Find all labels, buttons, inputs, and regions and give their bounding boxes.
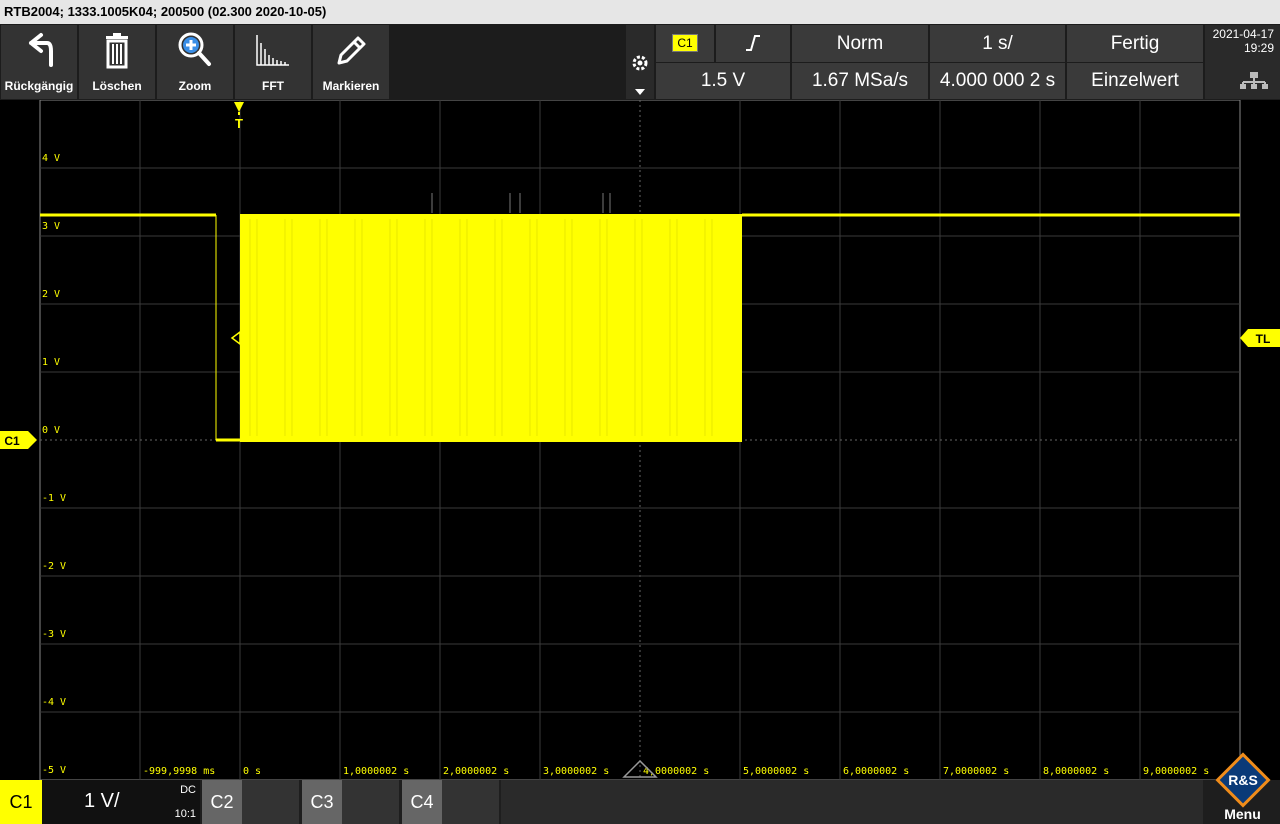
x-axis-label: -999,9998 ms xyxy=(143,766,215,777)
y-axis-label: 3 V xyxy=(42,221,60,232)
waveform-display[interactable]: 4 V 3 V 2 V 1 V 0 V -1 V -2 V -3 V -4 V -5 V -999… xyxy=(0,100,1280,780)
x-axis-label: 3,0000002 s xyxy=(543,766,609,777)
trace-burst xyxy=(240,214,742,442)
title-bar: RTB2004; 1333.1005K04; 200500 (02.300 20… xyxy=(0,0,1280,24)
rs-logo-icon: R&S xyxy=(1215,752,1271,808)
record-length[interactable]: 4.000 000 2 s xyxy=(930,63,1065,99)
y-axis-label: 4 V xyxy=(42,153,60,164)
mark-button[interactable]: Markieren xyxy=(313,25,389,99)
x-axis-label: 4,0000002 s xyxy=(643,766,709,777)
y-axis-label: 1 V xyxy=(42,357,60,368)
rising-edge-icon xyxy=(746,35,760,51)
y-axis-label: 0 V xyxy=(42,425,60,436)
y-axis-label: -3 V xyxy=(42,629,66,640)
menu-label: Menu xyxy=(1224,806,1261,822)
x-axis-label: 9,0000002 s xyxy=(1143,766,1209,777)
channel-1-offset-marker[interactable]: C1 xyxy=(0,431,37,449)
y-axis-label: 2 V xyxy=(42,289,60,300)
settings-column[interactable] xyxy=(626,25,654,99)
channel-marker-label: C1 xyxy=(4,434,20,448)
trigger-level[interactable]: 1.5 V xyxy=(656,63,790,99)
acquisition-status[interactable]: Fertig xyxy=(1067,25,1203,62)
time: 19:29 xyxy=(1243,41,1274,55)
datetime: 2021-04-17 19:29 xyxy=(1205,25,1280,99)
undo-label: Rückgängig xyxy=(4,79,74,93)
menu-button[interactable]: R&S Menu xyxy=(1205,752,1280,824)
channel-1-coupling: DC xyxy=(180,784,196,796)
trash-icon xyxy=(106,33,128,69)
window-title: RTB2004; 1333.1005K04; 200500 (02.300 20… xyxy=(4,4,327,19)
fft-icon xyxy=(256,35,289,66)
trigger-source-badge: C1 xyxy=(672,34,698,52)
delete-label: Löschen xyxy=(92,79,142,93)
date: 2021-04-17 xyxy=(1212,27,1274,41)
undo-icon xyxy=(29,33,53,67)
delete-button[interactable]: Löschen xyxy=(79,25,155,99)
x-axis-label: 0 s xyxy=(243,766,261,777)
caret-down-icon[interactable] xyxy=(635,89,645,95)
channel-2-settings[interactable] xyxy=(242,780,299,824)
y-axis-label: -5 V xyxy=(42,765,66,776)
zoom-label: Zoom xyxy=(178,79,212,93)
y-axis-label: -1 V xyxy=(42,493,66,504)
channel-bar: C1 1 V/ DC 10:1 C2 C3 C4 R&S Menu xyxy=(0,752,1280,824)
fft-button[interactable]: FFT xyxy=(235,25,311,99)
pencil-icon xyxy=(337,36,366,65)
zoom-button[interactable]: Zoom xyxy=(157,25,233,99)
channel-2-button[interactable]: C2 xyxy=(202,780,242,824)
fft-label: FFT xyxy=(262,79,284,93)
y-axis-labels: 4 V 3 V 2 V 1 V 0 V -1 V -2 V -3 V -4 V -5 V xyxy=(42,153,66,776)
undo-button[interactable]: Rückgängig xyxy=(1,25,77,99)
gear-icon[interactable] xyxy=(630,53,650,73)
trigger-marker-label: T xyxy=(235,116,243,131)
x-axis-label: 6,0000002 s xyxy=(843,766,909,777)
sample-rate[interactable]: 1.67 MSa/s xyxy=(792,63,928,99)
channel-3-settings[interactable] xyxy=(342,780,399,824)
y-axis-label: -2 V xyxy=(42,561,66,572)
x-axis-label: 1,0000002 s xyxy=(343,766,409,777)
trigger-level-label: TL xyxy=(1256,332,1271,346)
x-axis-labels: -999,9998 ms 0 s 1,0000002 s 2,0000002 s 3,0… xyxy=(143,766,1209,777)
channel-1-button[interactable]: C1 xyxy=(0,780,42,824)
y-axis-label: -4 V xyxy=(42,697,66,708)
x-axis-label: 2,0000002 s xyxy=(443,766,509,777)
zoom-in-icon xyxy=(178,32,211,66)
status-area xyxy=(501,780,1203,824)
trigger-mode[interactable]: Norm xyxy=(792,25,928,62)
network-icon xyxy=(1240,72,1268,89)
channel-4-button[interactable]: C4 xyxy=(402,780,442,824)
rs-logo-text: R&S xyxy=(1228,772,1258,788)
trigger-level-marker[interactable]: TL xyxy=(1240,329,1280,347)
trigger-point-marker xyxy=(230,330,241,346)
channel-1-scale: 1 V/ xyxy=(84,790,120,812)
trigger-slope[interactable] xyxy=(716,25,790,62)
trigger-position-marker[interactable]: T xyxy=(234,102,244,131)
timebase[interactable]: 1 s/ xyxy=(930,25,1065,62)
channel-1-settings[interactable]: 1 V/ DC 10:1 xyxy=(42,780,200,824)
channel-3-button[interactable]: C3 xyxy=(302,780,342,824)
x-axis-label: 7,0000002 s xyxy=(943,766,1009,777)
mark-label: Markieren xyxy=(322,79,380,93)
channel-4-settings[interactable] xyxy=(442,780,499,824)
x-axis-label: 5,0000002 s xyxy=(743,766,809,777)
trigger-source[interactable]: C1 xyxy=(656,25,714,62)
channel-1-probe: 10:1 xyxy=(174,808,196,820)
acquisition-mode[interactable]: Einzelwert xyxy=(1067,63,1203,99)
channel-1-trace xyxy=(40,193,1240,442)
x-axis-label: 8,0000002 s xyxy=(1043,766,1109,777)
